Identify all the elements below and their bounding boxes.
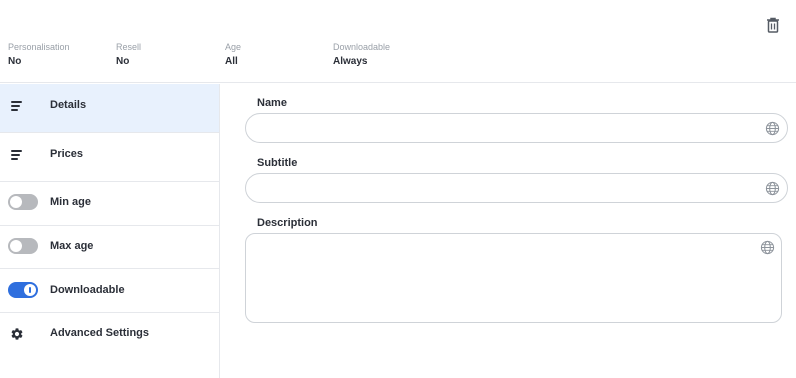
- description-textarea[interactable]: [258, 239, 762, 323]
- globe-icon[interactable]: [765, 181, 780, 196]
- sidebar-item-label: Min age: [50, 196, 91, 208]
- meta-label: Downloadable: [333, 42, 391, 52]
- sidebar-item-prices[interactable]: Prices: [0, 133, 219, 182]
- meta-label: Resell: [116, 42, 142, 52]
- subtitle-label: Subtitle: [257, 157, 298, 169]
- name-label: Name: [257, 97, 287, 109]
- toggle-knob: [10, 240, 22, 252]
- sidebar-item-label: Advanced Settings: [50, 327, 150, 339]
- gear-icon: [11, 328, 23, 340]
- trash-icon[interactable]: [764, 16, 782, 34]
- sidebar-item-label: Prices: [50, 148, 84, 160]
- description-field[interactable]: [245, 233, 782, 323]
- globe-icon[interactable]: [760, 240, 775, 255]
- min-age-toggle[interactable]: [8, 194, 38, 210]
- meta-label: Age: [225, 42, 242, 52]
- toggle-knob: [24, 284, 36, 296]
- sidebar-item-label: Details: [50, 99, 87, 111]
- meta-age: Age All: [225, 42, 241, 68]
- sidebar-item-advanced-settings[interactable]: Advanced Settings: [0, 313, 219, 357]
- sidebar-item-max-age: Max age: [0, 226, 219, 269]
- meta-value: No: [116, 56, 130, 67]
- meta-resell: Resell No: [116, 42, 141, 68]
- lines-icon: [11, 101, 22, 113]
- meta-value: No: [8, 56, 22, 67]
- lines-icon: [11, 150, 22, 162]
- subtitle-input[interactable]: [258, 174, 762, 204]
- meta-label: Personalisation: [8, 42, 70, 52]
- sidebar: Details Prices Min age Max age Downloada…: [0, 84, 220, 378]
- max-age-toggle[interactable]: [8, 238, 38, 254]
- name-input[interactable]: [258, 114, 762, 144]
- downloadable-toggle[interactable]: [8, 282, 38, 298]
- meta-downloadable: Downloadable Always: [333, 42, 390, 68]
- sidebar-item-details[interactable]: Details: [0, 84, 219, 133]
- toggle-knob: [10, 196, 22, 208]
- sidebar-item-label: Max age: [50, 240, 94, 252]
- sidebar-item-downloadable: Downloadable: [0, 269, 219, 313]
- sidebar-item-min-age: Min age: [0, 182, 219, 226]
- meta-value: All: [225, 56, 238, 67]
- name-field[interactable]: [245, 113, 788, 144]
- meta-value: Always: [333, 56, 368, 67]
- sidebar-item-label: Downloadable: [50, 284, 125, 296]
- globe-icon[interactable]: [765, 121, 780, 136]
- meta-personalisation: Personalisation No: [8, 42, 70, 68]
- subtitle-field[interactable]: [245, 173, 788, 204]
- description-label: Description: [257, 217, 318, 229]
- product-summary-header: Personalisation No Resell No Age All Dow…: [0, 0, 796, 83]
